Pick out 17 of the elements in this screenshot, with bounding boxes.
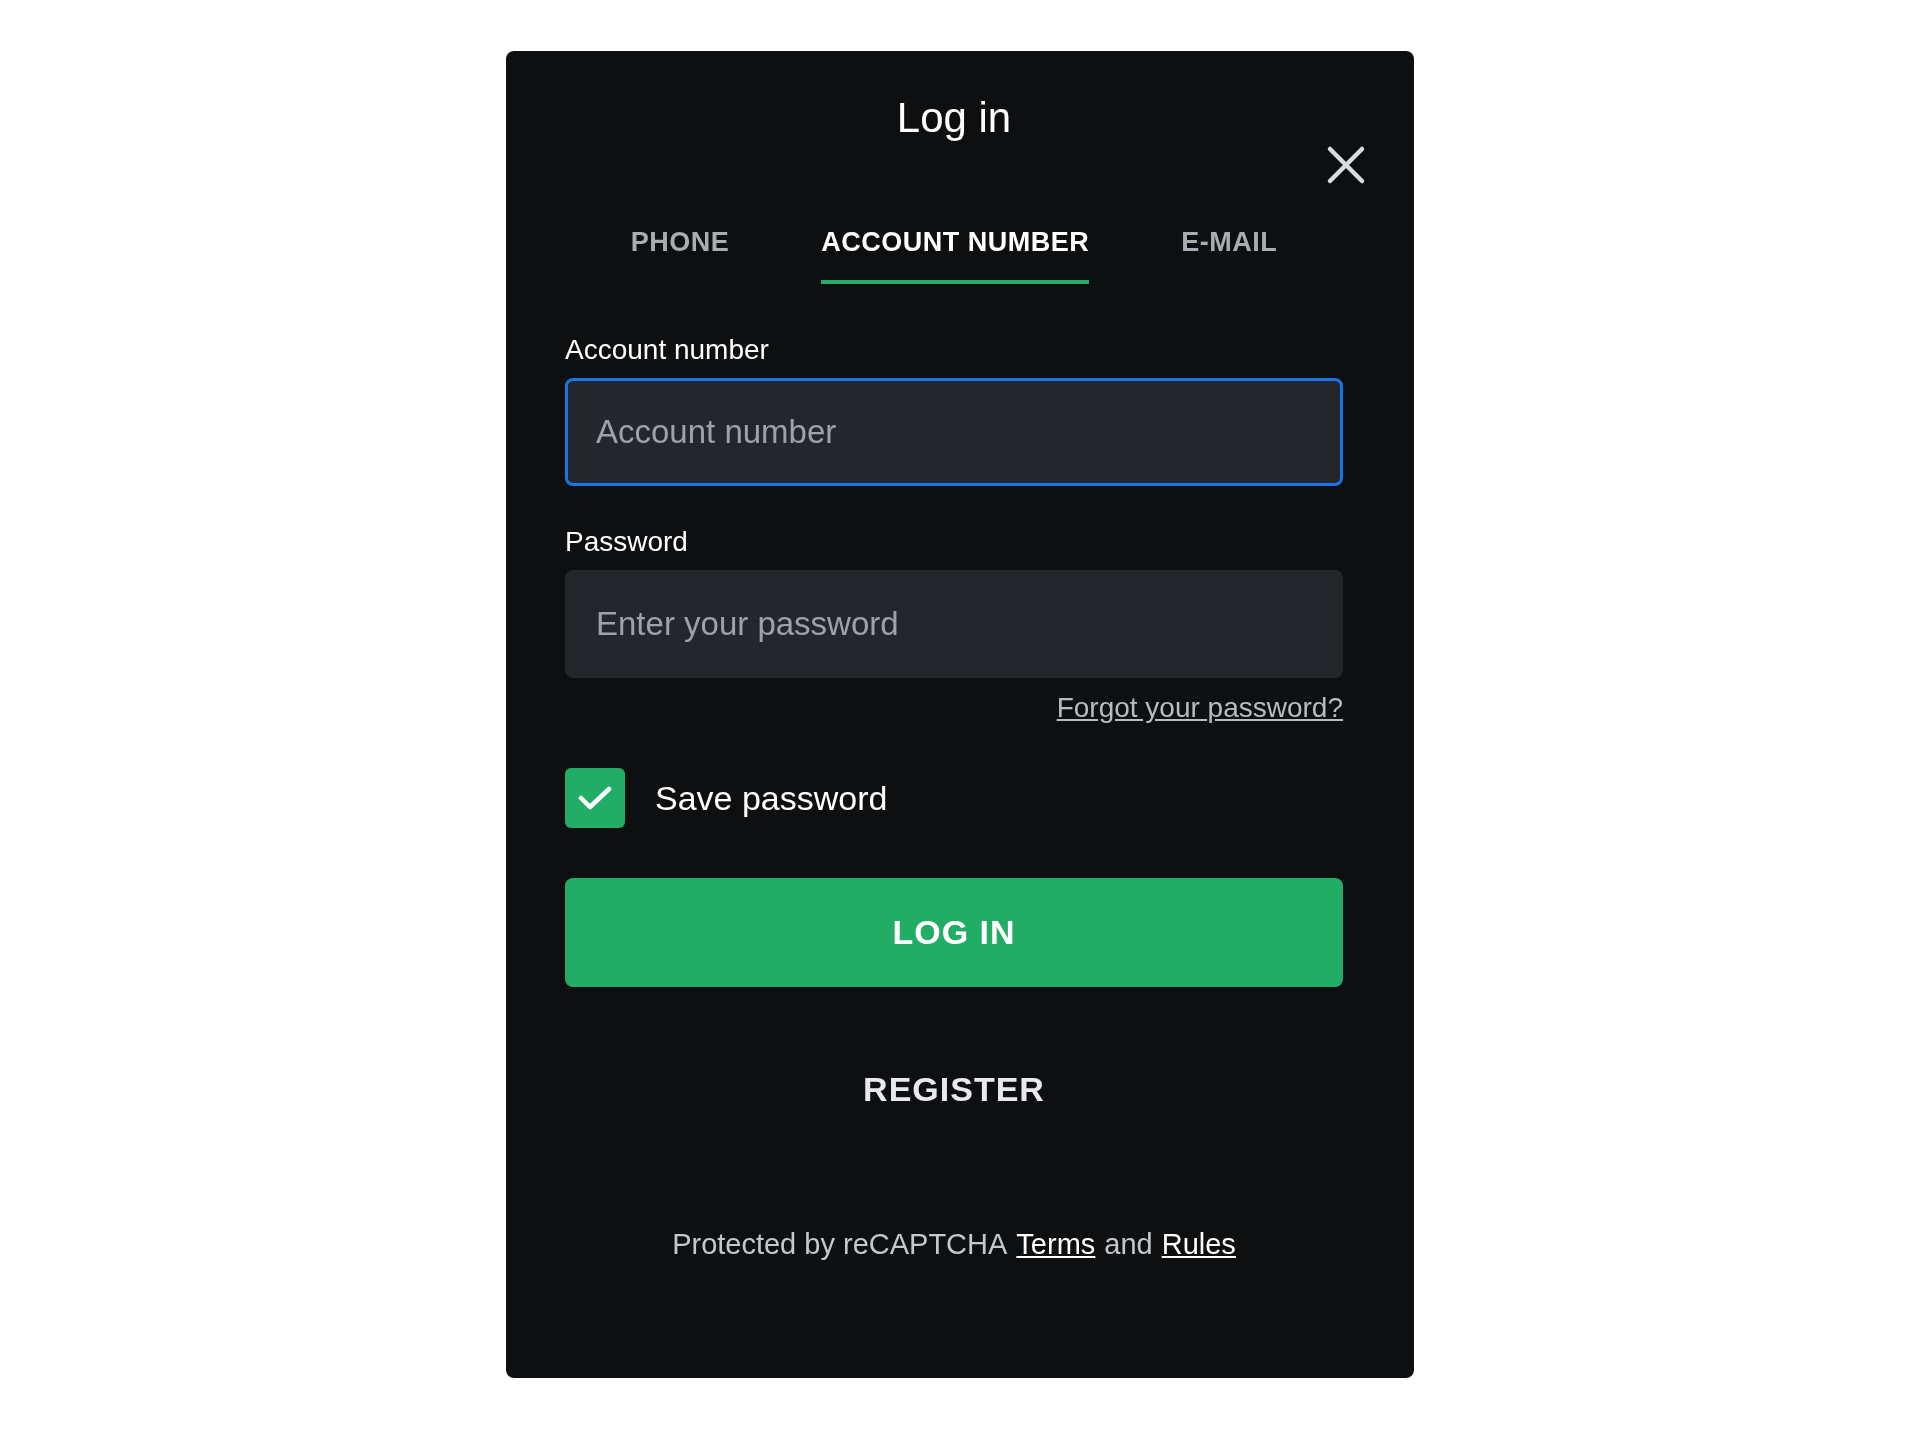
field-label: Account number bbox=[565, 334, 770, 366]
forgot-password-link[interactable]: Forgot your password? bbox=[1056, 692, 1343, 724]
save-password-checkbox[interactable] bbox=[565, 768, 625, 828]
field-label: Password bbox=[565, 526, 689, 558]
footer-text: and bbox=[1104, 1228, 1153, 1261]
register-button[interactable]: REGISTER bbox=[857, 1069, 1051, 1110]
footer-text: Protected by reCAPTCHA bbox=[672, 1228, 1008, 1261]
tab[interactable]: E-MAIL bbox=[1181, 227, 1278, 284]
checkmark-icon bbox=[578, 785, 612, 811]
input-field[interactable]: Account number bbox=[565, 378, 1343, 486]
tab[interactable]: ACCOUNT NUMBER bbox=[821, 227, 1090, 284]
tab[interactable]: PHONE bbox=[630, 227, 730, 284]
rules-link[interactable]: Rules bbox=[1161, 1228, 1236, 1261]
input-field[interactable]: Enter your password bbox=[565, 570, 1343, 678]
dialog-title: Log in bbox=[896, 97, 1012, 139]
terms-link[interactable]: Terms bbox=[1016, 1228, 1096, 1261]
checkbox-label: Save password bbox=[655, 778, 888, 818]
